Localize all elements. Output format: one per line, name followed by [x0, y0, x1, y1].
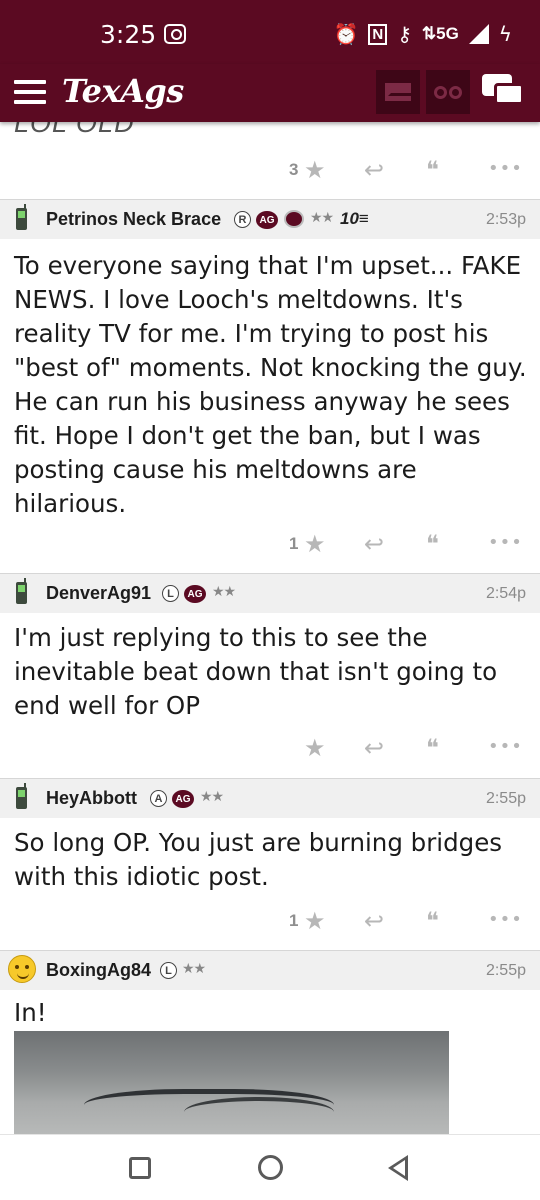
star-count: 1 — [289, 534, 299, 553]
chat-icon[interactable] — [482, 74, 526, 110]
post-actions: 1 ★ ↩ ❝ ••• — [0, 901, 540, 941]
signal-icon — [468, 24, 489, 44]
post-time: 2:54p — [485, 585, 526, 602]
post-header: DenverAg91 L AG ★★ 2:54p — [0, 573, 540, 613]
more-icon[interactable]: ••• — [488, 909, 523, 930]
ag-badge: AG — [256, 211, 278, 229]
user-stars: ★★ — [200, 788, 224, 804]
post-body: I'm just replying to this to see the ine… — [14, 623, 498, 720]
ag-badge: AG — [184, 585, 206, 603]
reply-icon[interactable]: ↩ — [364, 530, 384, 558]
thread-content[interactable]: LOL OLD 3 ★ ↩ ❝ ••• Petrinos Neck Brace … — [0, 122, 540, 1134]
app-bar: TexAgs — [0, 64, 540, 122]
star-icon[interactable]: ★ — [304, 530, 326, 558]
post-body: To everyone saying that I'm upset... FAK… — [14, 251, 527, 518]
menu-icon[interactable] — [14, 80, 46, 104]
previous-post-actions: 3 ★ ↩ ❝ ••• — [0, 150, 540, 190]
back-button[interactable] — [388, 1155, 408, 1181]
network-label: ⇅5G — [421, 24, 459, 43]
star-count: 3 — [289, 160, 299, 179]
post-header: HeyAbbott A AG ★★ 2:55p — [0, 778, 540, 818]
status-time: 3:25 — [100, 20, 157, 49]
mail-button[interactable] — [376, 70, 420, 114]
username[interactable]: DenverAg91 — [46, 583, 151, 604]
user-stars: ★★ — [182, 960, 206, 976]
ten-badge: 10≡ — [340, 209, 369, 228]
mail-icon — [385, 83, 411, 101]
user-stars: ★★ — [310, 209, 334, 225]
status-bar: 3:25 ⏰ N ⚷ ⇅5G ϟ — [0, 0, 540, 64]
mobile-device-icon — [16, 204, 27, 230]
quote-icon[interactable]: ❝ — [426, 156, 439, 184]
binoculars-icon — [434, 85, 462, 99]
reply-icon[interactable]: ↩ — [364, 734, 384, 762]
post-body: In! — [14, 998, 47, 1027]
quote-icon[interactable]: ❝ — [426, 530, 439, 558]
rank-badge: A — [150, 790, 167, 807]
more-icon[interactable]: ••• — [488, 736, 523, 757]
post-time: 2:55p — [485, 962, 526, 979]
reply-icon[interactable]: ↩ — [364, 907, 384, 935]
post-actions: 1 ★ ↩ ❝ ••• — [0, 524, 540, 564]
username[interactable]: Petrinos Neck Brace — [46, 209, 221, 230]
star-count: 1 — [289, 911, 299, 930]
star-icon[interactable]: ★ — [304, 156, 326, 184]
alarm-icon: ⏰ — [333, 22, 359, 46]
quote-icon[interactable]: ❝ — [426, 734, 439, 762]
home-button[interactable] — [258, 1155, 283, 1180]
screen-record-icon — [164, 24, 186, 44]
post-time: 2:55p — [485, 790, 526, 807]
atm-logo-icon — [284, 210, 304, 228]
quote-icon[interactable]: ❝ — [426, 907, 439, 935]
more-icon[interactable]: ••• — [488, 158, 523, 179]
post-actions: ★ ↩ ❝ ••• — [0, 728, 540, 768]
post-body: So long OP. You just are burning bridges… — [14, 828, 503, 891]
watch-button[interactable] — [426, 70, 470, 114]
star-icon[interactable]: ★ — [304, 734, 326, 762]
rank-badge: L — [160, 962, 177, 979]
charging-icon: ϟ — [498, 22, 512, 46]
post-time: 2:53p — [485, 211, 526, 228]
previous-post-text: LOL OLD — [14, 122, 135, 138]
vpn-key-icon: ⚷ — [397, 22, 412, 46]
user-stars: ★★ — [212, 583, 236, 599]
post-header: Petrinos Neck Brace R AG ★★ 10≡ 2:53p — [0, 199, 540, 239]
rank-badge: R — [234, 211, 251, 228]
ag-badge: AG — [172, 790, 194, 808]
username[interactable]: BoxingAg84 — [46, 960, 151, 981]
mobile-device-icon — [16, 578, 27, 604]
system-icons: ⏰ N ⚷ ⇅5G ϟ — [333, 22, 512, 46]
star-icon[interactable]: ★ — [304, 907, 326, 935]
nfc-icon: N — [368, 23, 388, 45]
recents-button[interactable] — [129, 1157, 151, 1179]
system-nav-bar — [0, 1134, 540, 1200]
reply-icon[interactable]: ↩ — [364, 156, 384, 184]
post-header: BoxingAg84 L ★★ 2:55p — [0, 950, 540, 990]
texags-logo[interactable]: TexAgs — [62, 72, 184, 110]
more-icon[interactable]: ••• — [488, 532, 523, 553]
mobile-device-icon — [16, 783, 27, 809]
username[interactable]: HeyAbbott — [46, 788, 137, 809]
smiley-avatar-icon — [8, 955, 36, 983]
post-image[interactable] — [14, 1031, 449, 1134]
rank-badge: L — [162, 585, 179, 602]
